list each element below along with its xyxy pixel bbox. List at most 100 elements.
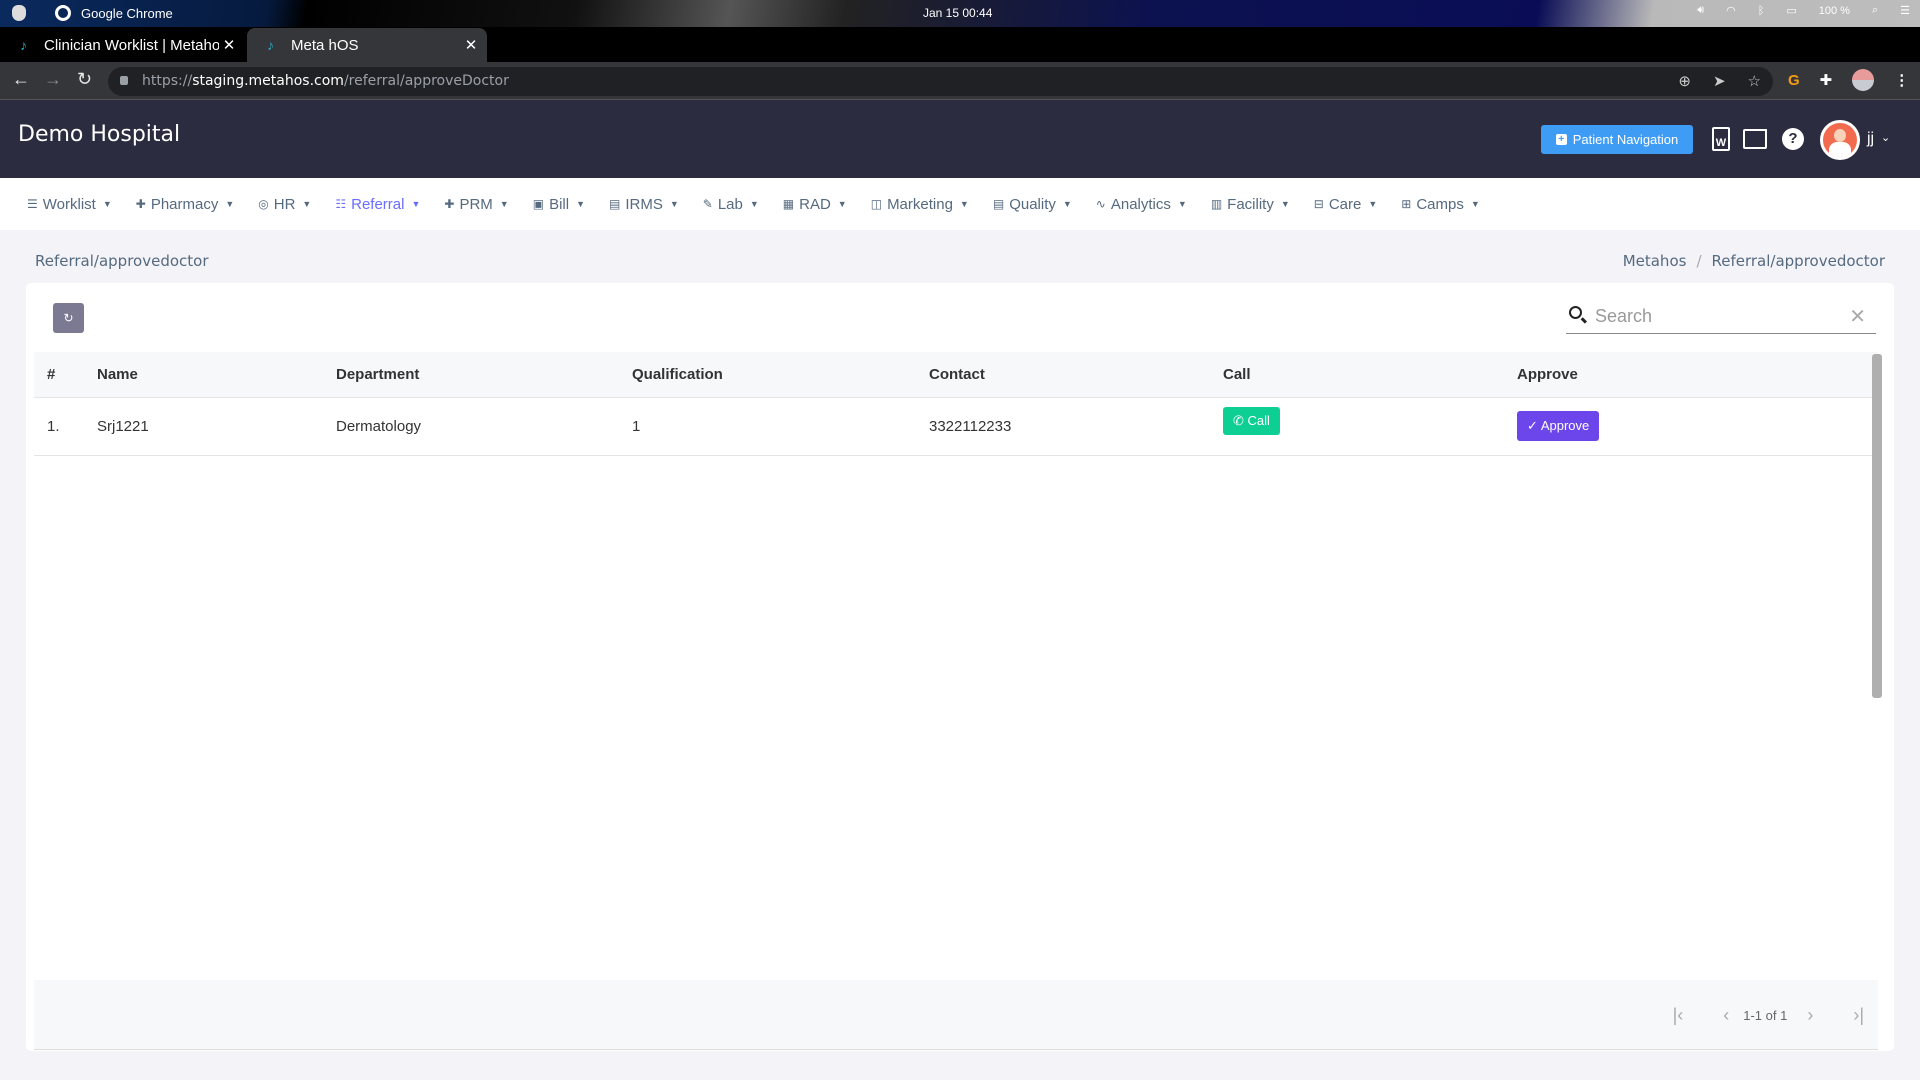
caret-down-icon: ▼ (102, 199, 112, 209)
os-toggle-icon[interactable]: ☰ (1900, 4, 1910, 17)
referral-icon: ☷ (335, 197, 347, 211)
nav-item-bill[interactable]: ▣ Bill ▼ (533, 196, 585, 213)
nav-item-referral[interactable]: ☷ Referral ▼ (335, 196, 420, 213)
caret-down-icon: ▼ (499, 199, 509, 209)
nav-item-worklist[interactable]: ☰ Worklist ▼ (27, 196, 112, 213)
caret-down-icon: ▼ (411, 199, 421, 209)
patient-navigation-button[interactable]: + Patient Navigation (1541, 125, 1693, 154)
caret-down-icon: ▼ (837, 199, 847, 209)
table-row: 1. Srj1221 Dermatology 1 3322112233 ✆ Ca… (34, 397, 1878, 456)
table-header-row: # Name Department Qualification Contact … (34, 352, 1878, 398)
avatar-face (1834, 129, 1846, 142)
nav-item-prm[interactable]: ✚ PRM ▼ (444, 196, 508, 213)
forward-icon[interactable]: → (44, 69, 62, 90)
bookmark-star-icon[interactable]: ☆ (1748, 72, 1761, 90)
nav-item-label: Worklist (42, 195, 96, 213)
approve-button[interactable]: ✓ Approve (1517, 411, 1600, 441)
nav-item-irms[interactable]: ▤ IRMS ▼ (609, 196, 679, 213)
lab-icon: ✎ (702, 197, 713, 211)
caret-down-icon: ▼ (1062, 199, 1072, 209)
zoom-icon[interactable]: ⊕ (1678, 72, 1691, 90)
user-name[interactable]: jj (1867, 130, 1874, 148)
os-search-icon[interactable]: ⌕ (1872, 4, 1878, 17)
nav-item-label: RAD (799, 195, 831, 213)
caret-down-icon: ▼ (959, 199, 969, 209)
user-avatar[interactable] (1820, 120, 1860, 160)
browser-tab-clinician-worklist[interactable]: ♪ Clinician Worklist | Metahos ✕ (0, 28, 245, 62)
first-page-icon[interactable]: |‹ (1673, 1005, 1684, 1026)
breadcrumb-item-metahos[interactable]: Metahos (1623, 252, 1687, 270)
volume-icon[interactable]: 🔊︎ (1697, 4, 1704, 17)
extension-g-icon[interactable]: G (1788, 72, 1800, 89)
last-page-icon[interactable]: ›| (1853, 1005, 1864, 1026)
battery-icon[interactable]: ▭ (1786, 4, 1796, 17)
lock-icon[interactable] (120, 76, 128, 85)
browser-tab-meta-hos[interactable]: ♪ Meta hOS ✕ (247, 28, 487, 62)
reload-icon[interactable]: ↻ (77, 69, 92, 90)
word-document-icon[interactable]: W (1712, 127, 1730, 151)
nav-item-label: Bill (549, 195, 570, 213)
battery-level: 100 % (1818, 4, 1850, 17)
user-menu-chevron-icon[interactable]: ⌄ (1881, 131, 1890, 144)
marketing-icon: ◫ (870, 197, 883, 211)
col-header-department[interactable]: Department (323, 352, 619, 398)
nav-item-care[interactable]: ⊟ Care ▼ (1314, 196, 1378, 213)
next-page-icon[interactable]: › (1807, 1005, 1813, 1026)
refresh-button[interactable]: ↻ (53, 303, 84, 333)
os-top-bar: Google Chrome Jan 15 00:44 🔊︎ ◠ ᛒ ▭ 100 … (0, 0, 1920, 27)
send-icon[interactable]: ➤ (1713, 72, 1726, 90)
search-input[interactable] (1595, 303, 1835, 329)
folder-icon[interactable] (1743, 129, 1767, 149)
close-tab-icon[interactable]: ✕ (461, 36, 481, 54)
nav-item-hr[interactable]: ◎ HR ▼ (258, 196, 311, 213)
approve-doctor-card: ↻ ✕ # Name Department Qualification Cont… (26, 283, 1894, 1051)
col-header-contact[interactable]: Contact (916, 352, 1210, 398)
nav-item-label: Analytics (1110, 195, 1171, 213)
nav-item-label: Pharmacy (150, 195, 219, 213)
tab-label: Meta hOS (291, 36, 359, 54)
wifi-icon[interactable]: ◠ (1726, 4, 1736, 17)
previous-page-icon[interactable]: ‹ (1723, 1005, 1729, 1026)
nav-item-pharmacy[interactable]: ✚ Pharmacy ▼ (136, 196, 235, 213)
bluetooth-icon[interactable]: ᛒ (1758, 5, 1765, 17)
add-copy-icon: + (1555, 134, 1567, 145)
call-button[interactable]: ✆ Call (1223, 407, 1280, 435)
os-clock[interactable]: Jan 15 00:44 (923, 6, 992, 20)
url-text[interactable]: https://staging.metahos.com/referral/app… (142, 73, 509, 89)
nav-item-lab[interactable]: ✎ Lab ▼ (703, 196, 759, 213)
nav-item-label: Camps (1416, 195, 1464, 213)
close-tab-icon[interactable]: ✕ (219, 36, 239, 54)
omnibox-actions: ⊕ ➤ ☆ (1678, 72, 1761, 90)
hr-icon: ◎ (258, 197, 269, 211)
system-tray: 🔊︎ ◠ ᛒ ▭ 100 % ⌕ ☰ (1697, 4, 1910, 17)
help-icon[interactable]: ? (1782, 128, 1804, 150)
care-icon: ⊟ (1313, 197, 1324, 211)
table-scrollbar[interactable] (1872, 354, 1882, 698)
address-bar[interactable]: https://staging.metahos.com/referral/app… (108, 67, 1773, 96)
nav-item-quality[interactable]: ▤ Quality ▼ (993, 196, 1072, 213)
patient-navigation-label: Patient Navigation (1572, 132, 1679, 147)
stethoscope-icon: ♪ (20, 37, 27, 53)
clear-search-icon[interactable]: ✕ (1849, 304, 1866, 329)
main-nav-menu: ☰ Worklist ▼ ✚ Pharmacy ▼ ◎ HR ▼ ☷ Referral ▼ ✚ PRM ▼ ▣… (0, 178, 1920, 230)
browser-menu-icon[interactable]: ⋮ (1894, 71, 1909, 89)
nav-item-camps[interactable]: ⊞ Camps ▼ (1401, 196, 1480, 213)
call-button-label: Call (1247, 413, 1270, 428)
doctor-table-container: # Name Department Qualification Contact … (34, 352, 1880, 974)
browser-profile-avatar[interactable] (1852, 69, 1875, 91)
nav-item-analytics[interactable]: ∿ Analytics ▼ (1096, 196, 1187, 213)
browser-toolbar: ← → ↻ https://staging.metahos.com/referr… (0, 62, 1920, 100)
irms-icon: ▤ (609, 197, 621, 211)
back-icon[interactable]: ← (12, 69, 30, 90)
stethoscope-icon: ♪ (267, 37, 274, 53)
nav-item-rad[interactable]: ▦ RAD ▼ (783, 196, 847, 213)
nav-item-facility[interactable]: ▥ Facility ▼ (1211, 196, 1290, 213)
nav-item-marketing[interactable]: ◫ Marketing ▼ (871, 196, 969, 213)
col-header-name[interactable]: Name (84, 352, 323, 398)
apple-icon[interactable] (12, 5, 26, 21)
nav-item-label: Quality (1009, 195, 1056, 213)
col-header-qualification[interactable]: Qualification (619, 352, 916, 398)
extensions-puzzle-icon[interactable]: ✚ (1820, 71, 1833, 89)
search-field: ✕ (1566, 300, 1876, 334)
page-title: Referral/approvedoctor (35, 252, 209, 270)
